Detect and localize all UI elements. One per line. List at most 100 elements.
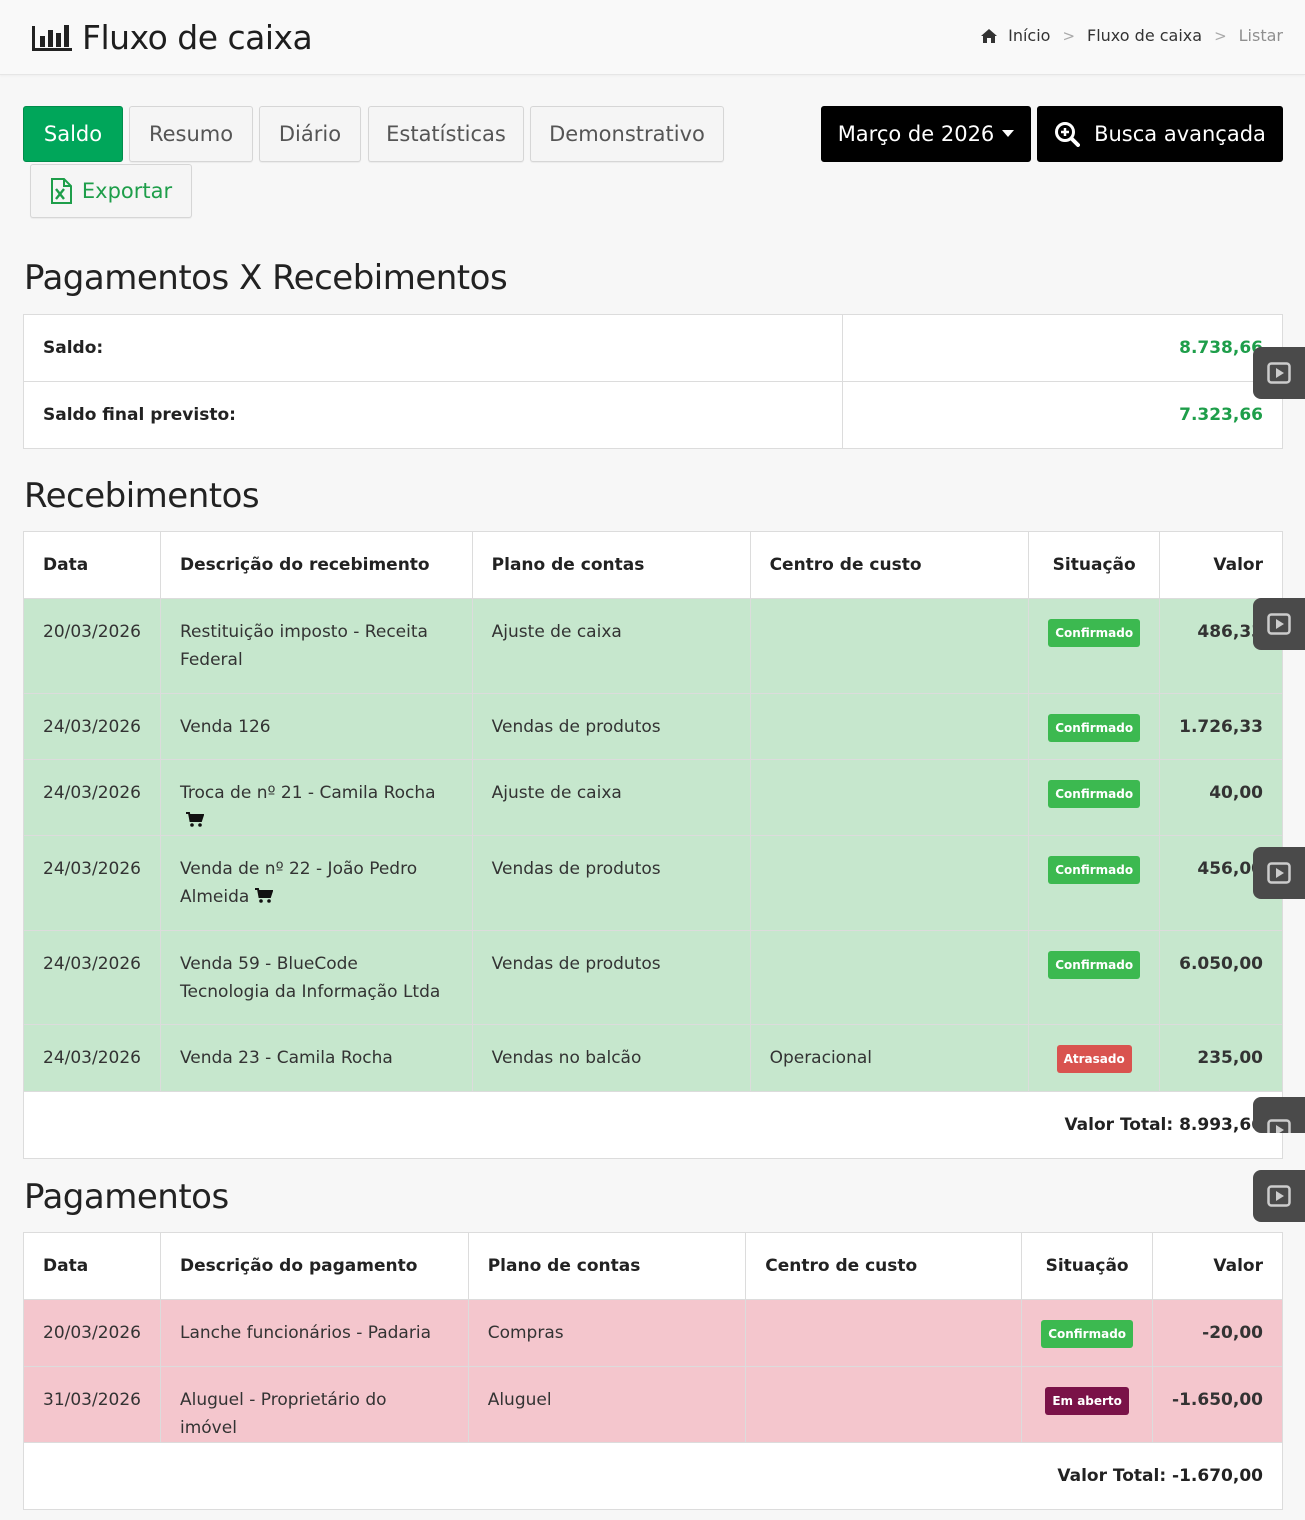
col-date: Data — [23, 531, 161, 599]
cell-value: 1.726,33 — [1159, 693, 1283, 760]
table-row[interactable]: 24/03/2026 Venda 126 Vendas de produtos … — [23, 693, 1283, 760]
cell-value: -20,00 — [1152, 1299, 1283, 1367]
advanced-search-button[interactable]: Busca avançada — [1037, 106, 1283, 162]
cell-account-plan: Compras — [467, 1299, 747, 1367]
tab-saldo-label: Saldo — [43, 122, 103, 146]
table-row[interactable]: 24/03/2026 Venda 59 - BlueCode Tecnologi… — [23, 930, 1283, 1025]
home-icon[interactable] — [980, 28, 998, 44]
shopping-cart-icon[interactable] — [185, 812, 204, 828]
breadcrumb-section[interactable]: Fluxo de caixa — [1087, 26, 1202, 45]
period-label: Março de 2026 — [837, 122, 995, 146]
tab-diario-label: Diário — [278, 122, 342, 146]
col-date: Data — [23, 1232, 161, 1300]
table-header-row: Data Descrição do recebimento Plano de c… — [23, 531, 1283, 599]
tab-diario[interactable]: Diário — [259, 106, 361, 162]
cell-account-plan: Vendas no balcão — [471, 1024, 751, 1092]
total-row: Valor Total: -1.670,00 — [23, 1442, 1283, 1510]
cell-cost-center — [749, 930, 1030, 1025]
table-row[interactable]: 24/03/2026 Troca de nº 21 - Camila Rocha… — [23, 759, 1283, 836]
status-badge: Confirmado — [1048, 856, 1141, 884]
summary-table: Saldo: 8.738,66 Saldo final previsto: 7.… — [23, 314, 1283, 449]
side-play-button[interactable] — [1253, 598, 1305, 650]
cell-value: 235,00 — [1159, 1024, 1283, 1092]
table-row[interactable]: 20/03/2026 Lanche funcionários - Padaria… — [23, 1299, 1283, 1367]
advanced-search-label: Busca avançada — [1094, 122, 1266, 146]
status-badge: Confirmado — [1041, 1320, 1134, 1348]
cell-description: Troca de nº 21 - Camila Rocha — [159, 759, 473, 836]
period-dropdown[interactable]: Março de 2026 — [821, 106, 1031, 162]
table-row[interactable]: 24/03/2026 Venda de nº 22 - João Pedro A… — [23, 835, 1283, 931]
status-badge: Confirmado — [1048, 619, 1141, 647]
tab-demonstrativo[interactable]: Demonstrativo — [530, 106, 724, 162]
cell-status: Confirmado — [1021, 1299, 1154, 1367]
summary-label: Saldo final previsto: — [23, 381, 843, 449]
cell-date: 20/03/2026 — [23, 1299, 161, 1367]
table-row[interactable]: 31/03/2026 Aluguel - Proprietário do imó… — [23, 1366, 1283, 1443]
breadcrumb-home[interactable]: Início — [1008, 26, 1050, 45]
summary-value: 7.323,66 — [842, 381, 1283, 449]
play-square-icon — [1267, 613, 1291, 635]
tab-estatisticas-label: Estatísticas — [386, 122, 506, 146]
status-badge: Confirmado — [1048, 951, 1141, 979]
breadcrumb-separator: > — [1062, 26, 1076, 45]
cell-date: 24/03/2026 — [23, 930, 161, 1025]
cell-status: Confirmado — [1028, 930, 1161, 1025]
cell-value: 6.050,00 — [1159, 930, 1283, 1025]
cell-status: Confirmado — [1028, 835, 1161, 931]
cell-description: Venda 59 - BlueCode Tecnologia da Inform… — [159, 930, 473, 1025]
description-text: Venda de nº 22 - João Pedro Almeida — [179, 859, 418, 907]
summary-row: Saldo final previsto: 7.323,66 — [23, 381, 1283, 449]
cell-description: Venda 126 — [159, 693, 473, 760]
tab-resumo[interactable]: Resumo — [129, 106, 253, 162]
zoom-in-icon — [1055, 122, 1081, 147]
summary-row: Saldo: 8.738,66 — [23, 314, 1283, 382]
table-row[interactable]: 24/03/2026 Venda 23 - Camila Rocha Venda… — [23, 1024, 1283, 1092]
col-cost-center: Centro de custo — [749, 531, 1030, 599]
payments-total: Valor Total: -1.670,00 — [23, 1442, 1283, 1510]
summary-title: Pagamentos X Recebimentos — [24, 258, 508, 298]
side-play-button[interactable] — [1253, 1097, 1305, 1133]
table-row[interactable]: 20/03/2026 Restituição imposto - Receita… — [23, 598, 1283, 694]
col-cost-center: Centro de custo — [745, 1232, 1023, 1300]
cell-status: Confirmado — [1028, 693, 1161, 760]
tab-estatisticas[interactable]: Estatísticas — [368, 106, 524, 162]
receipts-title: Recebimentos — [24, 476, 260, 516]
side-play-button[interactable] — [1253, 847, 1305, 899]
col-status: Situação — [1028, 531, 1161, 599]
cell-date: 31/03/2026 — [23, 1366, 161, 1443]
cell-account-plan: Vendas de produtos — [471, 835, 751, 931]
caret-down-icon — [1002, 129, 1015, 137]
export-button[interactable]: Exportar — [30, 164, 192, 218]
cell-cost-center — [749, 598, 1030, 694]
receipts-total: Valor Total: 8.993,66 — [23, 1091, 1283, 1159]
tab-resumo-label: Resumo — [148, 122, 234, 146]
total-row: Valor Total: 8.993,66 — [23, 1091, 1283, 1159]
side-play-button[interactable] — [1253, 347, 1305, 399]
cell-account-plan: Aluguel — [467, 1366, 747, 1443]
cell-cost-center — [749, 693, 1030, 760]
play-square-icon — [1267, 1119, 1291, 1133]
cell-description: Restituição imposto - Receita Federal — [159, 598, 473, 694]
col-value: Valor — [1159, 531, 1283, 599]
cell-status: Atrasado — [1028, 1024, 1161, 1092]
side-play-button[interactable] — [1253, 1170, 1305, 1222]
cell-account-plan: Ajuste de caixa — [471, 598, 751, 694]
breadcrumb-separator: > — [1214, 26, 1227, 45]
cell-value: 40,00 — [1159, 759, 1283, 836]
cell-date: 24/03/2026 — [23, 759, 161, 836]
cell-status: Confirmado — [1028, 759, 1161, 836]
summary-label: Saldo: — [23, 314, 843, 382]
cell-description: Venda de nº 22 - João Pedro Almeida — [159, 835, 473, 931]
status-badge: Confirmado — [1048, 780, 1141, 808]
payments-title: Pagamentos — [24, 1177, 229, 1217]
top-bar: Fluxo de caixa Início > Fluxo de caixa >… — [0, 0, 1305, 75]
cell-description: Aluguel - Proprietário do imóvel — [159, 1366, 469, 1443]
shopping-cart-icon[interactable] — [255, 888, 274, 904]
status-badge: Atrasado — [1056, 1045, 1132, 1073]
cell-status: Em aberto — [1021, 1366, 1154, 1443]
receipts-table: Data Descrição do recebimento Plano de c… — [23, 531, 1283, 1159]
cell-date: 24/03/2026 — [23, 1024, 161, 1092]
tab-saldo[interactable]: Saldo — [23, 106, 123, 162]
col-value: Valor — [1152, 1232, 1283, 1300]
page-title: Fluxo de caixa — [82, 17, 313, 57]
